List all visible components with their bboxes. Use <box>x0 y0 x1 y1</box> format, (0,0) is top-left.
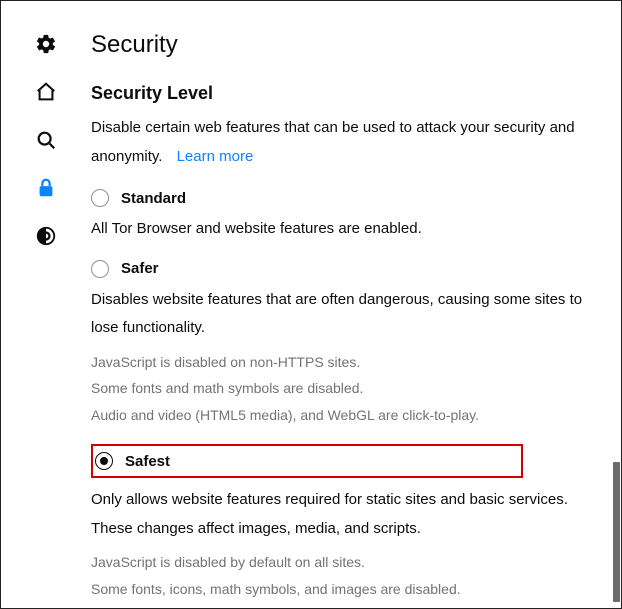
option-safest: Safest Only allows website features requ… <box>91 444 613 608</box>
radio-safest[interactable] <box>95 452 113 470</box>
option-safer-desc: Disables website features that are often… <box>91 286 613 343</box>
option-safer-detail-3: Audio and video (HTML5 media), and WebGL… <box>91 402 613 429</box>
option-safest-label: Safest <box>125 453 170 470</box>
search-icon <box>35 129 57 151</box>
option-safer-head[interactable]: Safer <box>91 260 613 278</box>
sidebar-item-general[interactable] <box>35 33 57 55</box>
sidebar-item-tor[interactable] <box>35 225 57 247</box>
option-safer-detail-2: Some fonts and math symbols are disabled… <box>91 375 613 402</box>
security-level-description: Disable certain web features that can be… <box>91 114 613 171</box>
option-standard-desc: All Tor Browser and website features are… <box>91 215 613 244</box>
learn-more-link[interactable]: Learn more <box>177 148 254 165</box>
sidebar-item-home[interactable] <box>35 81 57 103</box>
main-content: Security Security Level Disable certain … <box>91 1 621 608</box>
home-icon <box>35 81 57 103</box>
radio-standard[interactable] <box>91 189 109 207</box>
option-standard-label: Standard <box>121 190 186 207</box>
lock-icon <box>35 177 57 199</box>
option-safest-detail-2: Some fonts, icons, math symbols, and ima… <box>91 576 613 603</box>
gear-icon <box>35 33 57 55</box>
option-standard-head[interactable]: Standard <box>91 189 613 207</box>
option-safest-highlight[interactable]: Safest <box>91 444 523 478</box>
option-safest-detail-3: Audio and video (HTML5 media), and WebGL… <box>91 602 613 608</box>
scrollbar[interactable] <box>611 2 620 607</box>
radio-safer[interactable] <box>91 260 109 278</box>
onion-icon <box>35 225 57 247</box>
settings-sidebar <box>1 1 91 608</box>
page-title: Security <box>91 31 613 59</box>
sidebar-item-privacy[interactable] <box>35 177 57 199</box>
scrollbar-thumb[interactable] <box>613 462 620 602</box>
option-safest-desc: Only allows website features required fo… <box>91 486 613 543</box>
security-level-heading: Security Level <box>91 83 613 104</box>
sidebar-item-search[interactable] <box>35 129 57 151</box>
option-safer-label: Safer <box>121 260 159 277</box>
option-safest-detail-1: JavaScript is disabled by default on all… <box>91 549 613 576</box>
option-safer: Safer Disables website features that are… <box>91 260 613 429</box>
option-standard: Standard All Tor Browser and website fea… <box>91 189 613 244</box>
option-safer-detail-1: JavaScript is disabled on non-HTTPS site… <box>91 349 613 376</box>
security-level-description-text: Disable certain web features that can be… <box>91 119 575 165</box>
